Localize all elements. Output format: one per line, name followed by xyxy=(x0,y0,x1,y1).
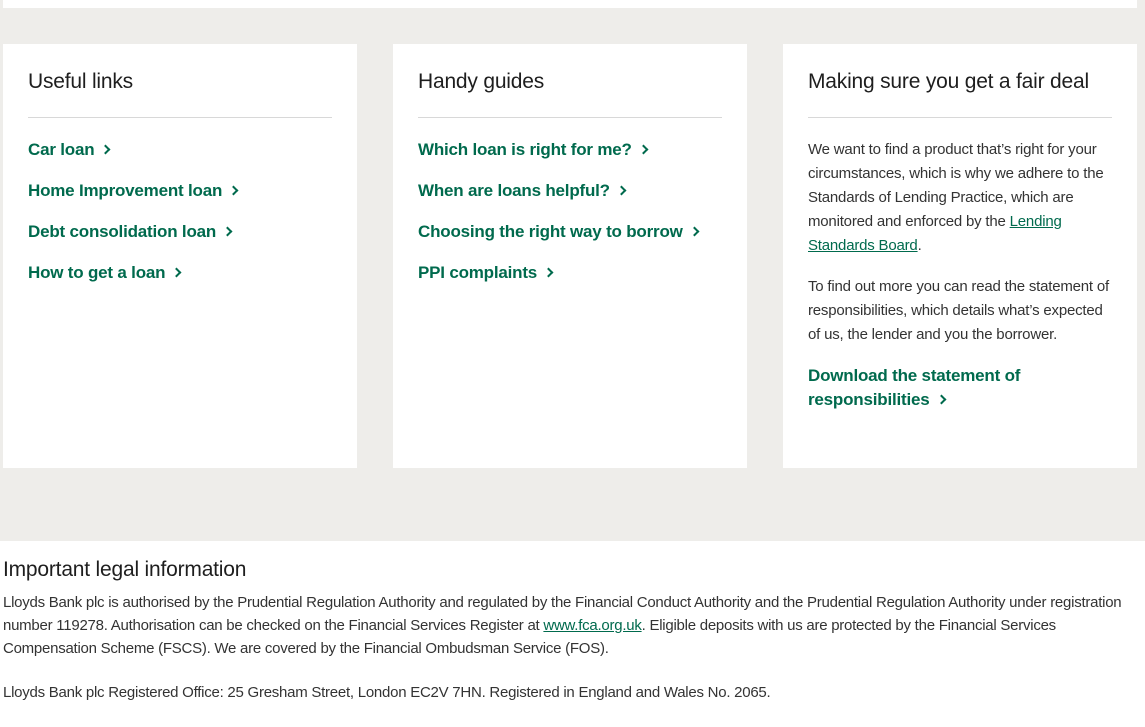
link-label: Car loan xyxy=(28,140,95,159)
link-label: Home Improvement loan xyxy=(28,181,223,200)
which-loan-link[interactable]: Which loan is right for me? xyxy=(418,138,649,162)
chevron-right-icon xyxy=(638,144,649,155)
chevron-right-icon xyxy=(100,144,111,155)
chevron-right-icon xyxy=(171,267,182,278)
chevron-right-icon xyxy=(543,267,554,278)
link-label: Debt consolidation loan xyxy=(28,222,217,241)
handy-guides-heading: Handy guides xyxy=(418,70,722,118)
chevron-right-icon xyxy=(689,226,700,237)
chevron-right-icon xyxy=(936,394,946,405)
how-to-get-a-loan-link[interactable]: How to get a loan xyxy=(28,261,182,285)
link-label: PPI complaints xyxy=(418,263,538,282)
ppi-complaints-link[interactable]: PPI complaints xyxy=(418,261,554,285)
list-item: Home Improvement loan xyxy=(28,179,332,220)
list-item: Choosing the right way to borrow xyxy=(418,220,722,261)
list-item: Which loan is right for me? xyxy=(418,138,722,179)
chevron-right-icon xyxy=(222,226,233,237)
link-label: When are loans helpful? xyxy=(418,181,610,200)
list-item: PPI complaints xyxy=(418,261,722,302)
chevron-right-icon xyxy=(228,185,239,196)
list-item: Debt consolidation loan xyxy=(28,220,332,261)
download-statement-link[interactable]: Download the statement of responsibiliti… xyxy=(808,364,1112,412)
list-item: How to get a loan xyxy=(28,261,332,302)
useful-links-card: Useful links Car loan Home Improvement l… xyxy=(3,44,357,468)
handy-guides-card: Handy guides Which loan is right for me?… xyxy=(393,44,747,468)
car-loan-link[interactable]: Car loan xyxy=(28,138,111,162)
legal-information-section: Important legal information Lloyds Bank … xyxy=(3,555,1141,704)
right-way-to-borrow-link[interactable]: Choosing the right way to borrow xyxy=(418,220,700,244)
legal-heading: Important legal information xyxy=(3,558,247,581)
fair-deal-card: Making sure you get a fair deal We want … xyxy=(783,44,1137,468)
fair-deal-paragraph: We want to find a product that’s right f… xyxy=(808,138,1112,258)
chevron-right-icon xyxy=(616,185,627,196)
link-label: Choosing the right way to borrow xyxy=(418,222,683,241)
useful-links-list: Car loan Home Improvement loan Debt cons… xyxy=(28,138,332,302)
responsibilities-paragraph: To find out more you can read the statem… xyxy=(808,278,1109,343)
link-label: Download the statement of responsibiliti… xyxy=(808,366,1021,409)
debt-consolidation-loan-link[interactable]: Debt consolidation loan xyxy=(28,220,233,244)
registered-office-text: Lloyds Bank plc Registered Office: 25 Gr… xyxy=(3,684,771,701)
fca-link[interactable]: www.fca.org.uk xyxy=(543,617,641,634)
top-panel-edge xyxy=(3,0,1137,8)
list-item: When are loans helpful? xyxy=(418,179,722,220)
link-label: How to get a loan xyxy=(28,263,166,282)
paragraph-end: . xyxy=(917,237,922,254)
legal-paragraph: Lloyds Bank plc is authorised by the Pru… xyxy=(3,591,1141,660)
useful-links-heading: Useful links xyxy=(28,70,332,118)
link-label: Which loan is right for me? xyxy=(418,140,632,159)
list-item: Car loan xyxy=(28,138,332,179)
home-improvement-loan-link[interactable]: Home Improvement loan xyxy=(28,179,239,203)
handy-guides-list: Which loan is right for me? When are loa… xyxy=(418,138,722,302)
when-loans-helpful-link[interactable]: When are loans helpful? xyxy=(418,179,627,203)
fair-deal-heading: Making sure you get a fair deal xyxy=(808,70,1112,118)
